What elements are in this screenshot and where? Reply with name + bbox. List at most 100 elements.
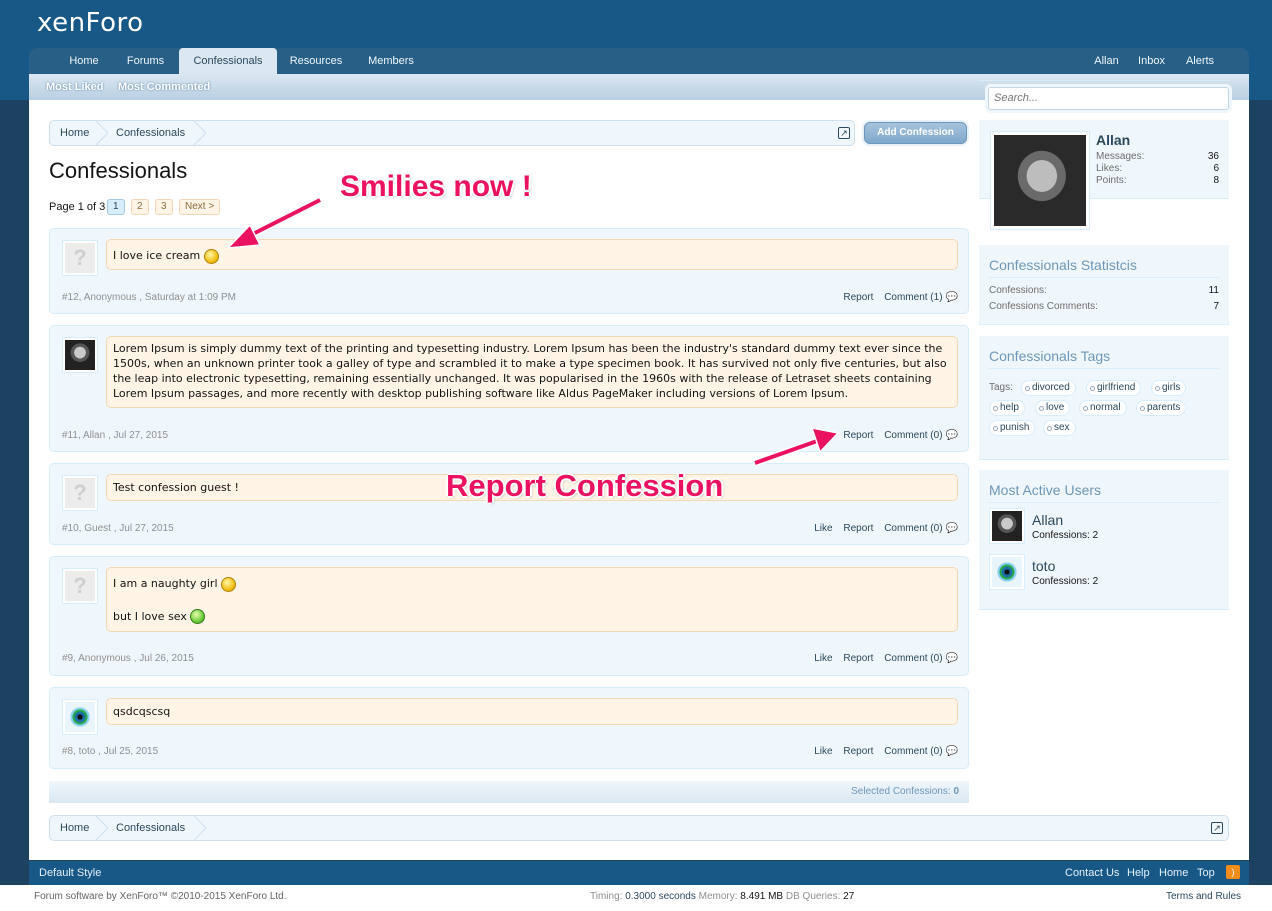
like-link[interactable]: Like: [814, 653, 832, 664]
page-1-button[interactable]: 1: [107, 199, 125, 215]
report-link[interactable]: Report: [843, 292, 873, 303]
most-commented-link[interactable]: Most Commented: [118, 81, 210, 93]
tags-title: Confessionals Tags: [989, 348, 1111, 364]
home-link[interactable]: Home: [1159, 867, 1188, 879]
tag-normal[interactable]: normal: [1079, 400, 1127, 416]
page-3-button[interactable]: 3: [155, 199, 173, 215]
add-confession-button[interactable]: Add Confession: [864, 122, 967, 144]
bottom-bar: Forum software by XenForo™ ©2010-2015 Xe…: [0, 885, 1272, 911]
tab-home[interactable]: Home: [59, 48, 109, 74]
comment-link[interactable]: Comment (0): [884, 430, 942, 441]
stat-row: Confessions: 11: [989, 285, 1219, 296]
help-link[interactable]: Help: [1127, 867, 1150, 879]
search-input[interactable]: Search...: [988, 87, 1229, 110]
active-users-block: Most Active Users Allan Confessions: 2 t…: [979, 470, 1229, 610]
comment-icon: 💬: [945, 430, 958, 441]
active-user-count: Confessions: 2: [1032, 530, 1099, 541]
page-title: Confessionals: [49, 158, 188, 183]
report-link[interactable]: Report: [843, 523, 873, 534]
jump-icon[interactable]: ↗: [1211, 822, 1223, 834]
main-navbar: Home Forums Confessionals Resources Memb…: [29, 48, 1249, 75]
tab-forums[interactable]: Forums: [118, 48, 173, 74]
jump-icon[interactable]: ↗: [838, 127, 850, 139]
confession-item: qsdcqscsq #8, toto , Jul 25, 2015 Like R…: [49, 687, 969, 769]
next-page-button[interactable]: Next >: [179, 199, 221, 215]
confession-text: qsdcqscsq: [106, 698, 958, 725]
profile-stat: Likes: 6: [1096, 163, 1219, 174]
tags-block: Confessionals Tags Tags: divorced girlfr…: [979, 336, 1229, 460]
tag-help[interactable]: help: [989, 400, 1025, 416]
inbox-link[interactable]: Inbox: [1134, 48, 1169, 74]
tab-resources[interactable]: Resources: [287, 48, 345, 74]
tag-sex[interactable]: sex: [1043, 420, 1076, 436]
tags-label: Tags:: [989, 382, 1013, 393]
active-user-count: Confessions: 2: [1032, 576, 1099, 587]
comment-link[interactable]: Comment (0): [884, 653, 942, 664]
breadcrumb-separator-icon: [96, 816, 108, 840]
breadcrumb-bottom: Home Confessionals ↗: [49, 815, 1229, 841]
breadcrumb-home[interactable]: Home: [60, 822, 89, 834]
page-2-button[interactable]: 2: [131, 199, 149, 215]
style-chooser-link[interactable]: Default Style: [39, 867, 101, 879]
tag-divorced[interactable]: divorced: [1021, 380, 1076, 396]
confession-text: I am a naughty girl but I love sex: [106, 567, 958, 632]
top-link[interactable]: Top: [1197, 867, 1215, 879]
xenforo-logo[interactable]: xenForo: [37, 8, 144, 38]
account-link[interactable]: Allan: [1089, 48, 1124, 74]
confession-item: ? I love ice cream #12, Anonymous , Satu…: [49, 228, 969, 314]
tag-girls[interactable]: girls: [1151, 380, 1187, 396]
active-users-title: Most Active Users: [989, 482, 1102, 498]
like-link[interactable]: Like: [814, 746, 832, 757]
debug-info: Timing: 0.3000 seconds Memory: 8.491 MB …: [590, 891, 855, 902]
avatar[interactable]: ?: [62, 475, 98, 511]
tag-punish[interactable]: punish: [989, 420, 1036, 436]
alerts-link[interactable]: Alerts: [1179, 48, 1221, 74]
report-link[interactable]: Report: [843, 653, 873, 664]
footer-bar: Default Style Contact Us Help Home Top ): [29, 861, 1249, 885]
avatar[interactable]: ?: [62, 240, 98, 276]
most-liked-link[interactable]: Most Liked: [46, 81, 103, 93]
comment-link[interactable]: Comment (0): [884, 523, 942, 534]
comment-link[interactable]: Comment (0): [884, 746, 942, 757]
grin-icon: [190, 609, 206, 624]
avatar[interactable]: [62, 337, 98, 373]
like-link[interactable]: Like: [814, 523, 832, 534]
smile-icon: [203, 248, 219, 264]
comment-icon: 💬: [945, 292, 958, 303]
breadcrumb-confessionals[interactable]: Confessionals: [116, 127, 185, 139]
tag-love[interactable]: love: [1035, 400, 1071, 416]
selected-count[interactable]: 0: [953, 786, 959, 797]
profile-avatar[interactable]: [990, 131, 1090, 230]
tab-confessionals[interactable]: Confessionals: [179, 48, 277, 75]
annotation-smilies: Smilies now !: [340, 170, 532, 203]
rss-icon[interactable]: ): [1226, 865, 1240, 879]
report-link[interactable]: Report: [843, 430, 873, 441]
avatar[interactable]: [62, 699, 98, 735]
tag-parents[interactable]: parents: [1136, 400, 1187, 416]
stats-title: Confessionals Statistcis: [989, 257, 1137, 273]
avatar[interactable]: ?: [62, 568, 98, 604]
terms-link[interactable]: Terms and Rules: [1166, 891, 1241, 902]
contact-us-link[interactable]: Contact Us: [1065, 867, 1119, 879]
comment-icon: 💬: [945, 653, 958, 664]
tab-members[interactable]: Members: [363, 48, 419, 74]
stat-row: Confessions Comments: 7: [989, 301, 1219, 312]
report-link[interactable]: Report: [843, 746, 873, 757]
confession-meta: #8, toto , Jul 25, 2015: [62, 746, 159, 757]
avatar[interactable]: [989, 554, 1025, 590]
avatar[interactable]: [989, 508, 1025, 544]
tag-girlfriend[interactable]: girlfriend: [1086, 380, 1142, 396]
confession-meta: #11, Allan , Jul 27, 2015: [62, 430, 169, 441]
comment-link[interactable]: Comment (1): [884, 292, 942, 303]
sad-icon: [221, 576, 237, 592]
visitor-panel: Allan Messages: 36 Likes: 6 Points: 8: [979, 120, 1229, 230]
active-user-name[interactable]: Allan: [1032, 512, 1063, 528]
active-user-name[interactable]: toto: [1032, 558, 1055, 574]
profile-name[interactable]: Allan: [1096, 132, 1130, 148]
breadcrumb-home[interactable]: Home: [60, 127, 89, 139]
annotation-report: Report Confession: [446, 468, 724, 503]
stats-block: Confessionals Statistcis Confessions: 11 …: [979, 245, 1229, 325]
copyright-text[interactable]: Forum software by XenForo™ ©2010-2015 Xe…: [34, 891, 287, 902]
breadcrumb-confessionals[interactable]: Confessionals: [116, 822, 185, 834]
selected-label: Selected Confessions:: [851, 786, 951, 797]
